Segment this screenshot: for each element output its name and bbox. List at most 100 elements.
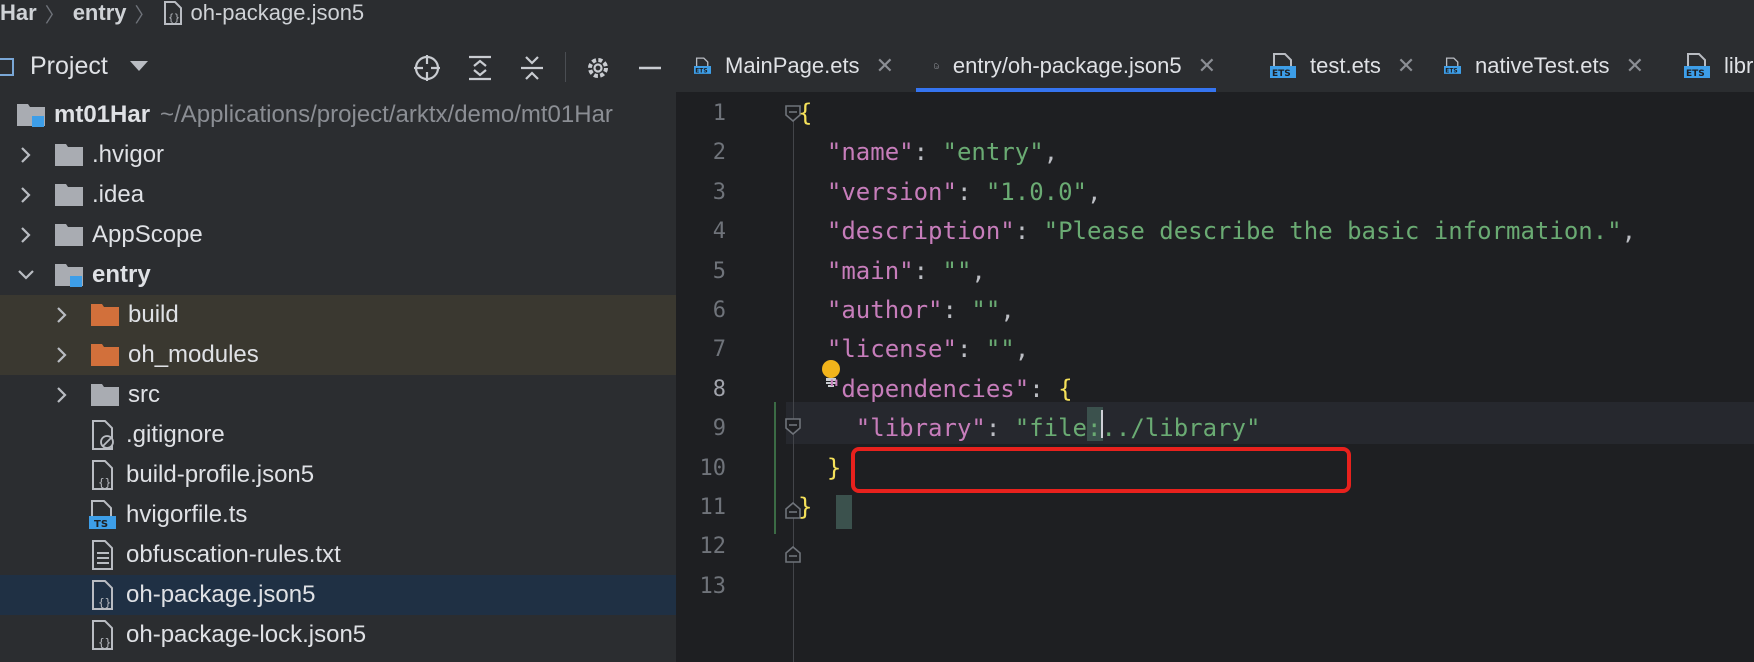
gear-icon[interactable]	[584, 54, 612, 82]
tab-nativetest[interactable]: ETS nativeTest.ets ✕	[1444, 40, 1644, 92]
json-file-icon: {}	[164, 1, 183, 25]
line-number: 2	[712, 140, 726, 166]
code-token: "1.0.0"	[985, 177, 1088, 206]
svg-text:ETS: ETS	[695, 69, 707, 75]
ets-file-icon: ETS	[1684, 53, 1710, 79]
code-line: }	[798, 493, 812, 521]
code-token: {	[798, 99, 813, 127]
tree-item-entry[interactable]: entry	[0, 255, 676, 295]
tree-item-oh-package-lock[interactable]: {} oh-package-lock.json5	[0, 615, 676, 655]
code-token: "file:../library"	[1014, 414, 1261, 443]
code-line: }	[798, 454, 841, 482]
locate-file-icon[interactable]	[413, 54, 441, 82]
minimize-icon[interactable]	[636, 54, 664, 82]
tree-item-idea[interactable]: .idea	[0, 175, 676, 215]
code-token: "Please describe the basic information."	[1043, 217, 1622, 246]
chevron-right-icon[interactable]	[16, 185, 36, 205]
chevron-down-icon[interactable]	[16, 265, 36, 285]
tree-item-hvigorfile[interactable]: TS hvigorfile.ts	[0, 495, 676, 535]
code-token: ,	[1087, 177, 1102, 206]
code-token: ,	[1621, 217, 1637, 246]
line-number: 6	[712, 298, 726, 323]
code-token: ,	[1000, 296, 1015, 324]
tree-item-label: .idea	[92, 181, 145, 208]
tree-item-oh-package[interactable]: {} oh-package.json5	[0, 575, 676, 615]
tab-mainpage[interactable]: ETS MainPage.ets ✕	[694, 40, 894, 92]
fold-guide-line	[793, 109, 794, 662]
svg-text:{}: {}	[168, 13, 180, 24]
code-line: "author": "",	[798, 296, 1015, 324]
chevron-right-icon[interactable]	[16, 145, 36, 165]
text-file-icon	[92, 540, 113, 570]
code-token: :	[942, 296, 972, 324]
collapse-all-icon[interactable]	[518, 54, 546, 82]
tab-oh-package[interactable]: {} entry/oh-package.json5 ✕	[916, 40, 1216, 92]
tree-item-oh-modules[interactable]: oh_modules	[0, 335, 676, 375]
close-icon[interactable]: ✕	[1626, 53, 1644, 79]
tree-item-build[interactable]: build	[0, 295, 676, 335]
chevron-right-icon[interactable]	[52, 345, 72, 365]
tree-item-src[interactable]: src	[0, 375, 676, 415]
code-token: ""	[985, 335, 1015, 364]
tab-library[interactable]: ETS libr	[1684, 40, 1754, 92]
code-token: "version"	[826, 177, 957, 206]
view-dropdown-icon[interactable]	[129, 61, 148, 71]
tree-item-appscope[interactable]: AppScope	[0, 215, 676, 255]
excluded-folder-icon	[91, 344, 119, 366]
tree-item-label: oh-package-lock.json5	[126, 621, 367, 648]
chevron-right-icon[interactable]	[52, 385, 72, 405]
json-file-icon: {}	[934, 63, 939, 69]
code-token: "name"	[826, 138, 914, 167]
project-panel-title[interactable]: Project	[30, 52, 108, 81]
code-line: "version": "1.0.0",	[798, 177, 1102, 206]
tree-item-label: AppScope	[92, 221, 203, 248]
code-editor[interactable]: 1 2 3 4 5 6 7 8 9 10 11 12 13 { "name": "entry", "ve…	[676, 93, 1754, 662]
tree-item-build-profile[interactable]: {} build-profile.json5	[0, 455, 676, 495]
breadcrumb: Har 〉 entry 〉 {} oh-package.json5	[0, 0, 1754, 26]
tab-test[interactable]: ETS test.ets ✕	[1270, 40, 1420, 92]
active-tab-indicator	[916, 88, 1216, 92]
tree-item-label: src	[128, 381, 160, 408]
tree-item-gitignore[interactable]: .gitignore	[0, 415, 676, 455]
tree-item-hvigor[interactable]: .hvigor	[0, 135, 676, 175]
expand-all-icon[interactable]	[466, 54, 494, 82]
code-token: "dependencies"	[826, 374, 1030, 403]
tree-item-mt01Har[interactable]: mt01Har ~/Applications/project/arktx/dem…	[0, 95, 676, 135]
code-token: "description"	[826, 217, 1015, 246]
tree-item-obfuscation[interactable]: obfuscation-rules.txt	[0, 535, 676, 575]
tree-item-label: .gitignore	[126, 421, 225, 448]
line-number: 3	[712, 179, 726, 205]
line-number: 12	[699, 534, 727, 560]
code-line: "description": "Please describe the basi…	[798, 217, 1636, 245]
tree-item-label: obfuscation-rules.txt	[126, 541, 341, 568]
module-folder-icon	[17, 104, 45, 127]
breadcrumb-item-project[interactable]: Har	[0, 0, 37, 26]
svg-text:ETS: ETS	[1686, 69, 1705, 79]
code-token: ""	[971, 296, 1001, 324]
tab-label: nativeTest.ets	[1475, 53, 1610, 78]
code-token: {	[1058, 374, 1073, 403]
code-token: ,	[1043, 138, 1059, 167]
editor-tab-bar: ETS MainPage.ets ✕ {} entry/oh-package.j…	[676, 40, 1754, 93]
fold-close-icon[interactable]	[784, 546, 802, 564]
matched-brace-highlight	[836, 495, 852, 529]
tab-label: MainPage.ets	[725, 53, 860, 78]
breadcrumb-item-file[interactable]: oh-package.json5	[190, 0, 364, 26]
chevron-right-icon[interactable]	[16, 225, 36, 245]
close-icon[interactable]: ✕	[1198, 53, 1216, 79]
code-token: :	[913, 138, 943, 167]
ts-file-icon: TS	[89, 500, 116, 530]
folder-icon	[55, 144, 83, 166]
line-number: 1	[712, 101, 726, 126]
tree-item-label: hvigorfile.ts	[126, 501, 248, 528]
breadcrumb-item-entry[interactable]: entry	[73, 0, 127, 26]
folder-icon	[55, 184, 83, 206]
code-token: ,	[971, 256, 986, 285]
close-icon[interactable]: ✕	[876, 53, 894, 79]
close-icon[interactable]: ✕	[1397, 53, 1415, 79]
project-panel-header: Project	[0, 40, 676, 92]
chevron-right-icon[interactable]	[52, 305, 72, 325]
